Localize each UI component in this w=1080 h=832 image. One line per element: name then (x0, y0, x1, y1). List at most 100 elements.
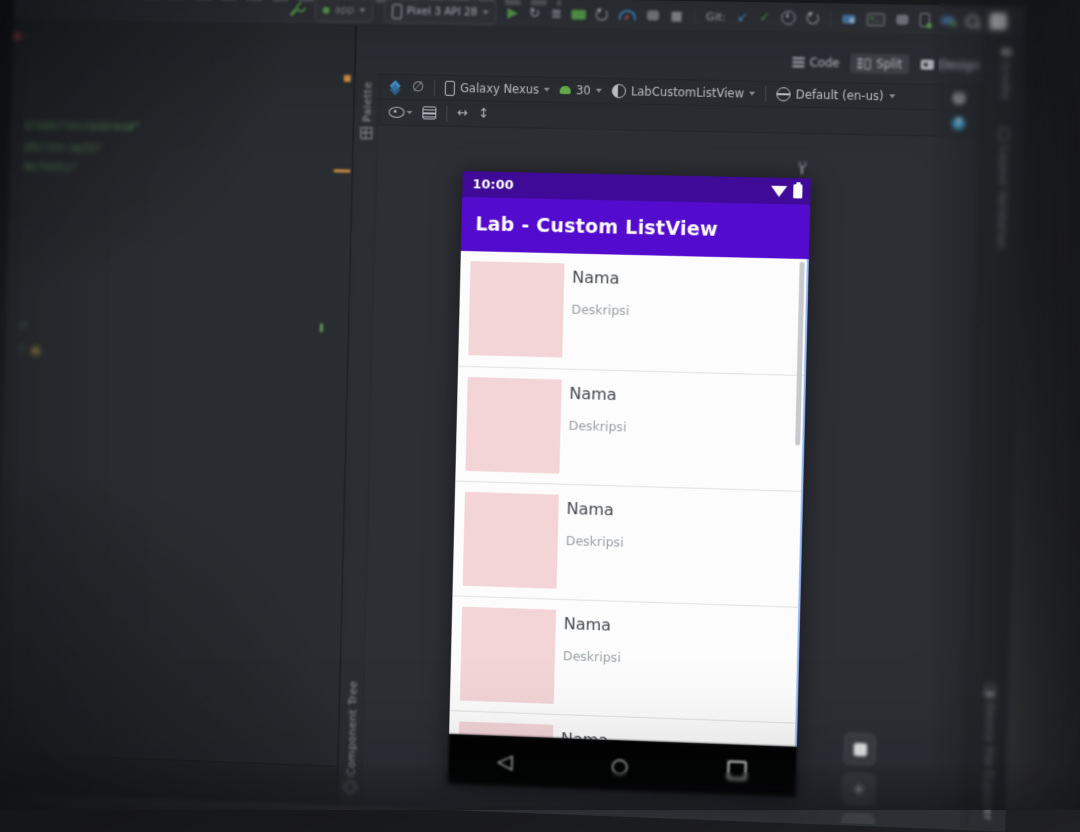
issues-indicator-icon[interactable]: ! (952, 90, 967, 105)
item-name: Nama (571, 267, 620, 288)
nav-home-button[interactable]: ○ (611, 753, 629, 778)
stop-button[interactable]: ■ (670, 8, 683, 23)
list-item[interactable]: Nama Deskripsi (452, 481, 802, 608)
blueprint-toggle-icon[interactable]: ∅ (412, 79, 425, 95)
chevron-down-icon (543, 87, 551, 92)
git-update-icon[interactable]: ↙ (737, 9, 748, 24)
device-phone-icon (391, 3, 402, 19)
zoom-fit-icon (853, 742, 867, 756)
eye-icon (388, 106, 405, 118)
listview[interactable]: Nama Deskripsi Nama Deskripsi Nama Deskr… (449, 250, 809, 747)
zoom-in-button[interactable]: + (842, 772, 876, 807)
profiler-icon[interactable] (896, 14, 909, 25)
apply-changes-icon[interactable]: ↻ (529, 6, 540, 21)
error-badge (13, 32, 23, 41)
sidebar-item-device-file-explorer[interactable]: Device File Explorer (980, 679, 997, 821)
app-title: Lab - Custom ListView (475, 213, 719, 241)
scrollbar-warning-mark[interactable] (343, 74, 351, 82)
device-file-explorer-icon (984, 684, 996, 698)
git-label: Git: (705, 9, 727, 24)
logcat-terminal-icon[interactable]: >_ (866, 12, 886, 26)
sdk-manager-icon[interactable] (919, 12, 931, 28)
code-editor[interactable]: id.com/apk/res/android" d.com/apk/res-au… (9, 19, 356, 766)
help-icon[interactable]: ? (951, 116, 966, 131)
run-config-dropdown[interactable]: app (314, 0, 374, 23)
app-action-bar: Lab - Custom ListView (460, 197, 811, 260)
warning-icon (31, 344, 42, 354)
device-label: Pixel 3 API 28 (406, 5, 478, 19)
nav-recents-button[interactable] (727, 759, 747, 780)
toolbar-separator (693, 8, 696, 25)
device-manager-icon[interactable] (842, 14, 856, 24)
chevron-down-icon (359, 8, 366, 13)
tab-code[interactable]: Code (785, 52, 847, 73)
list-item[interactable]: Nama Deskripsi (455, 366, 804, 492)
toolbar-separator (446, 105, 448, 122)
device-preview[interactable]: 10:00 Lab - Custom ListView Nama Deskrip… (447, 171, 811, 798)
run-button[interactable]: ▶ (507, 4, 518, 20)
item-thumbnail (459, 606, 557, 704)
sidebar-item-layout-validation[interactable]: Layout Validation (994, 123, 1010, 250)
search-icon[interactable] (965, 14, 980, 28)
avd-manager-icon[interactable] (941, 16, 955, 25)
layout-validation-label: Layout Validation (994, 145, 1011, 250)
tab-split[interactable]: Split (850, 53, 910, 75)
layout-surface-icon[interactable] (389, 80, 402, 93)
attach-debugger-icon[interactable] (595, 8, 609, 21)
run-config-status-dot (322, 6, 330, 14)
profiler-gauge-icon[interactable] (618, 9, 637, 21)
build-wrench-icon[interactable] (290, 2, 304, 16)
ide-window: app Pixel 3 API 28 ▶ ↻ ≣ ■ Git: ↙ ✓ >_ i… (0, 0, 1026, 832)
locale-dropdown[interactable]: Default (en-us) (776, 87, 895, 103)
zoom-to-fit-button[interactable] (843, 732, 877, 766)
code-line: id.com/apk/res/android" (9, 117, 141, 134)
chevron-down-icon (482, 10, 489, 15)
sync-project-icon[interactable]: ≣ (551, 6, 562, 21)
design-surface[interactable]: 10:00 Lab - Custom ListView Nama Deskrip… (361, 125, 978, 828)
nav-back-button[interactable]: ◁ (497, 749, 513, 774)
battery-icon (793, 184, 803, 199)
toolbar-separator (829, 10, 832, 27)
api-level-dropdown[interactable]: 30 (559, 83, 602, 98)
zoom-out-button[interactable]: − (841, 813, 875, 828)
surface-zoom-controls: + − (841, 732, 877, 828)
theme-dropdown[interactable]: LabCustomListView (611, 83, 756, 101)
device-file-explorer-label: Device File Explorer (980, 702, 997, 821)
orientation-horizontal-icon[interactable]: ↔ (457, 106, 468, 121)
gradle-icon (1000, 47, 1012, 57)
palette-label: Palette (360, 81, 375, 123)
toolbar-separator (433, 79, 436, 96)
notifications-icon[interactable] (990, 13, 1007, 30)
list-item[interactable]: Nama Deskripsi (458, 250, 807, 375)
git-rollback-icon[interactable] (806, 12, 820, 25)
split-tab-icon (857, 58, 872, 70)
sidebar-item-palette[interactable]: Palette (360, 81, 374, 144)
android-icon (559, 85, 572, 95)
chevron-down-icon (749, 91, 756, 96)
git-commit-check-icon[interactable]: ✓ (759, 10, 770, 25)
editor-mode-tabs: Code Split Design (785, 49, 987, 79)
debug-button[interactable] (572, 9, 586, 19)
orientation-vertical-icon[interactable]: ↕ (478, 106, 489, 121)
profile-app-icon[interactable] (647, 10, 660, 21)
device-dropdown[interactable]: Pixel 3 API 28 (383, 0, 497, 25)
sidebar-item-gradle[interactable]: Gradle (998, 43, 1013, 101)
wifi-icon (770, 185, 788, 197)
theme-label: LabCustomListView (630, 84, 745, 101)
tab-design[interactable]: Design (913, 54, 987, 76)
scrollbar-info-mark[interactable] (319, 323, 324, 333)
preview-device-dropdown[interactable]: Galaxy Nexus (444, 80, 551, 97)
git-history-clock-icon[interactable] (781, 10, 796, 25)
scrollbar-warning-dash[interactable] (333, 169, 351, 173)
gradle-label: Gradle (998, 60, 1013, 101)
sidebar-item-component-tree[interactable]: Component Tree (344, 681, 359, 799)
layout-variants-icon[interactable] (422, 106, 437, 120)
chevron-down-icon (595, 88, 602, 93)
item-description: Deskripsi (571, 301, 630, 319)
item-description: Deskripsi (565, 532, 624, 550)
theme-icon (611, 83, 627, 99)
list-item[interactable]: Nama Deskripsi (449, 596, 799, 724)
render-config-wrench-icon[interactable] (797, 160, 808, 175)
toolbar-separator (765, 85, 767, 102)
view-options-dropdown[interactable] (388, 106, 413, 118)
